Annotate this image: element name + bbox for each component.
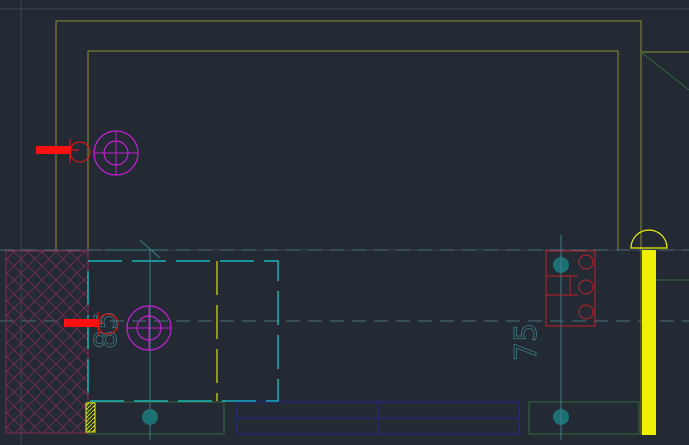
- background-linework: [0, 0, 689, 445]
- valve-symbol-upper: [36, 130, 139, 176]
- cad-viewport[interactable]: 85 75: [0, 0, 689, 445]
- wall-outline: [55, 20, 689, 281]
- yellow-pipe: [630, 229, 668, 435]
- yellow-hatch-block: [85, 402, 96, 433]
- dimension-text-right: 75: [509, 323, 544, 361]
- base-strip: [236, 401, 520, 435]
- node-markers: [142, 257, 569, 425]
- dimension-text-left: 85: [89, 311, 124, 349]
- red-outlet-box: [545, 250, 596, 327]
- hatched-column: [5, 250, 89, 434]
- drawing-canvas[interactable]: 85 75: [0, 0, 689, 445]
